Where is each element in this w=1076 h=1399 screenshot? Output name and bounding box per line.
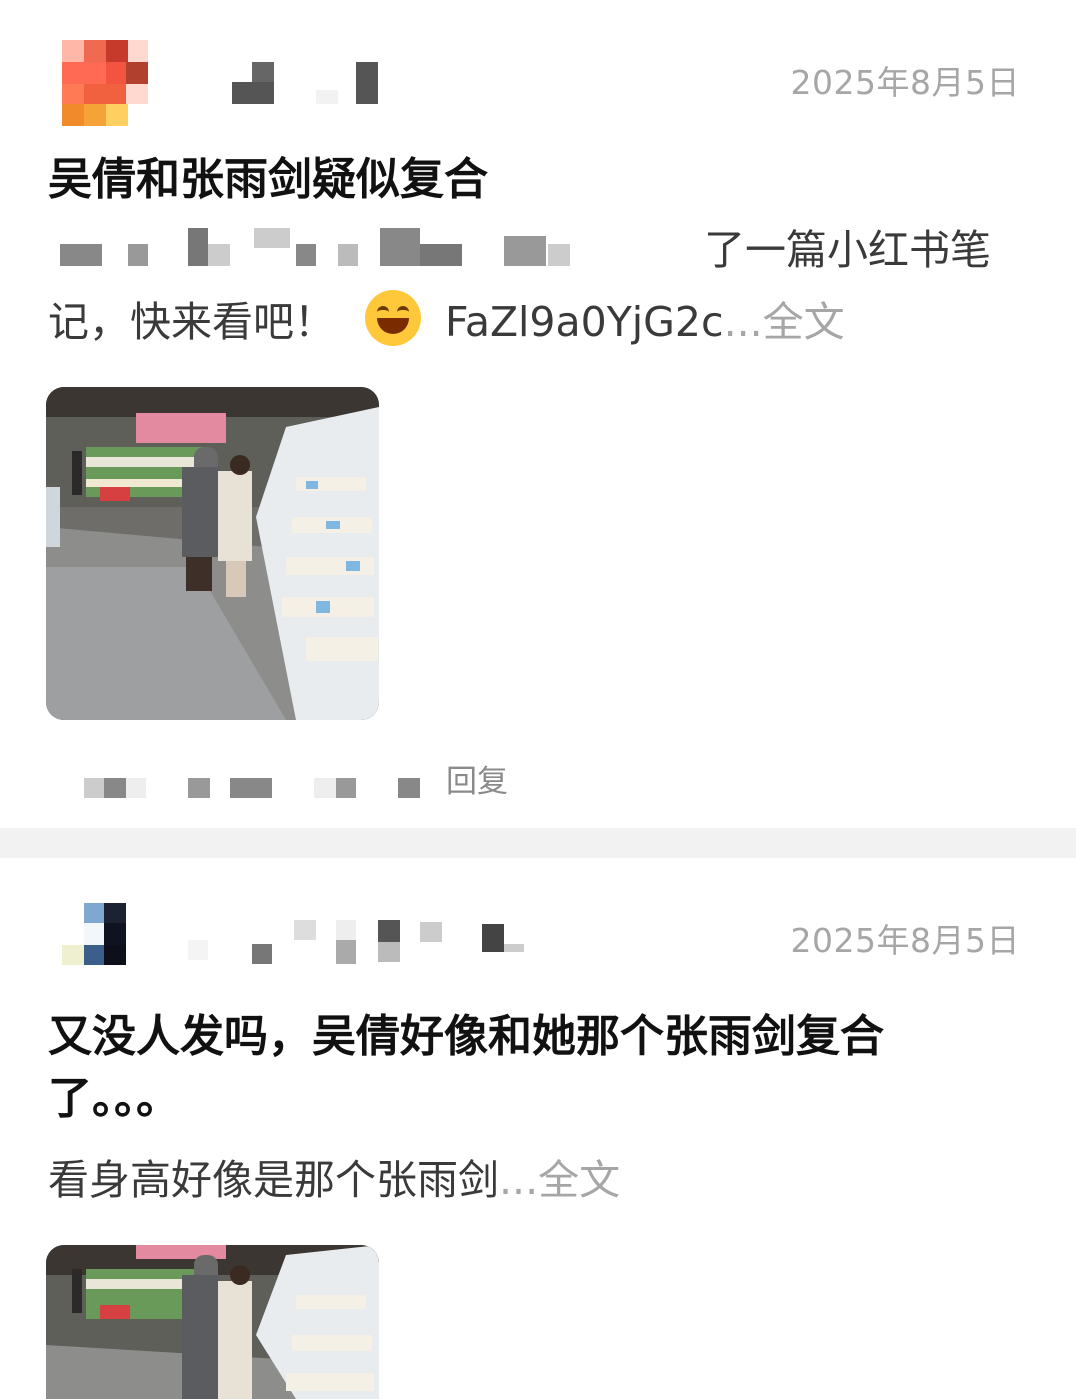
post-date: 2025年8月5日 [790, 63, 1020, 102]
reply-button[interactable]: 回复 [446, 756, 508, 801]
post-link-text[interactable]: FaZl9a0YjG2c [445, 298, 724, 346]
avatar[interactable] [62, 903, 148, 989]
grinning-squinting-face-icon [365, 290, 421, 346]
post-separator [0, 828, 1076, 858]
more-link[interactable]: 全文 [538, 1156, 620, 1204]
post-title: 又没人发吗，吴倩好像和她那个张雨剑复合 了。。。 [48, 1006, 1006, 1130]
post-image[interactable] [46, 387, 379, 720]
post-body-line1-tail: 了一篇小红书笔 [704, 226, 991, 274]
post-title-line1: 又没人发吗，吴倩好像和她那个张雨剑复合 [48, 1011, 884, 1062]
post-title-line2: 了。。。 [48, 1073, 180, 1124]
post-body: 了一篇小红书笔 记，快来看吧！ FaZl9a0YjG2c...全文 [48, 214, 1010, 358]
more-link[interactable]: 全文 [763, 298, 845, 346]
username-redacted[interactable] [180, 920, 560, 980]
ellipsis: ... [499, 1156, 539, 1204]
post-card[interactable]: 2025年8月5日 吴倩和张雨剑疑似复合 了一篇小红书笔 记，快来看吧！ FaZl… [0, 0, 1076, 828]
username-redacted[interactable] [180, 50, 560, 110]
redacted-text [48, 228, 648, 276]
ellipsis: ... [723, 298, 763, 346]
supermarket-photo [46, 1245, 379, 1399]
avatar[interactable] [62, 40, 148, 126]
post-image[interactable] [46, 1245, 379, 1399]
post-body-line2: 记，快来看吧！ [48, 298, 335, 346]
post-body: 看身高好像是那个张雨剑...全文 [48, 1144, 1010, 1216]
supermarket-photo [46, 387, 379, 720]
post-title: 吴倩和张雨剑疑似复合 [48, 154, 488, 205]
post-date: 2025年8月5日 [790, 921, 1020, 960]
post-body-text: 看身高好像是那个张雨剑 [48, 1156, 499, 1204]
